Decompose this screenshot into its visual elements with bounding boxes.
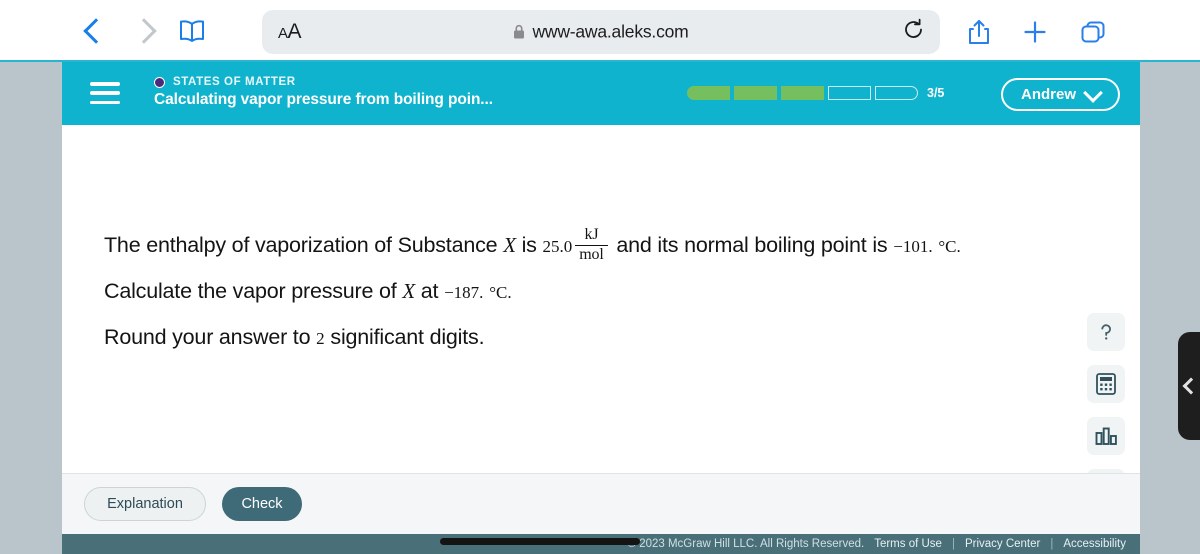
question-line1-part3: and its normal boiling	[616, 233, 816, 257]
question-line2-part2: Calculate the vapor pressure of	[104, 279, 397, 303]
book-icon	[180, 20, 204, 42]
browser-back-button[interactable]	[74, 11, 114, 51]
topic-status-dot-icon	[154, 76, 165, 88]
calculator-icon	[1096, 373, 1116, 395]
action-bar: Explanation Check	[62, 473, 1140, 534]
chevron-left-icon	[83, 18, 109, 44]
reload-button[interactable]	[901, 17, 926, 47]
question-line2-part3: at	[420, 279, 439, 303]
progress-count: 3/5	[927, 86, 945, 100]
progress-indicator: 3/5	[687, 86, 944, 100]
assignment-info: STATES OF MATTER Calculating vapor press…	[154, 76, 493, 109]
question-line2-part1: point is	[820, 233, 888, 257]
copyright-text: © 2023 McGraw Hill LLC. All Rights Reser…	[627, 538, 865, 550]
enthalpy-unit-fraction: kJ mol	[575, 226, 608, 264]
question-mark-icon	[1101, 324, 1111, 340]
url-text: www-awa.aleks.com	[532, 21, 689, 42]
substance-variable: X	[402, 279, 415, 303]
address-bar[interactable]: AA www-awa.aleks.com	[262, 10, 940, 54]
data-chart-button[interactable]	[1087, 417, 1125, 455]
app-header: STATES OF MATTER Calculating vapor press…	[62, 62, 1140, 125]
substance-variable: X	[503, 233, 516, 257]
browser-toolbar: AA www-awa.aleks.com	[0, 0, 1200, 62]
text-size-button[interactable]: AA	[278, 20, 302, 44]
progress-segments	[687, 86, 918, 100]
chevron-down-icon	[1083, 82, 1103, 103]
browser-forward-button[interactable]	[126, 11, 166, 51]
calculator-button[interactable]	[1087, 365, 1125, 403]
chevron-right-icon	[131, 18, 157, 44]
target-temperature-unit: °C.	[489, 283, 512, 302]
user-menu-button[interactable]: Andrew	[1000, 78, 1120, 111]
terms-of-use-link[interactable]: Terms of Use	[874, 538, 942, 550]
horizontal-scrollbar[interactable]	[440, 538, 640, 545]
question-line1-part1: The enthalpy of vaporization of Substanc…	[104, 233, 498, 257]
question-panel: The enthalpy of vaporization of Substanc…	[62, 125, 1140, 554]
text-size-small-a: A	[278, 25, 288, 42]
progress-segment	[875, 86, 918, 100]
boiling-point-value: −101.	[893, 237, 933, 256]
footer-separator: |	[951, 538, 955, 550]
plus-icon	[1024, 21, 1046, 43]
chevron-left-icon	[1182, 377, 1200, 395]
share-icon	[969, 20, 989, 44]
help-button[interactable]	[1087, 313, 1125, 351]
assignment-title: Calculating vapor pressure from boiling …	[154, 91, 493, 108]
hamburger-menu-icon[interactable]	[90, 82, 120, 104]
side-panel-handle[interactable]	[1178, 332, 1200, 440]
fraction-numerator: kJ	[584, 226, 599, 244]
boiling-point-unit: °C.	[938, 237, 961, 256]
target-temperature-value: −187.	[444, 283, 484, 302]
significant-digits-value: 2	[316, 329, 325, 348]
progress-segment	[687, 86, 730, 100]
explanation-button[interactable]: Explanation	[84, 487, 206, 521]
topic-label: STATES OF MATTER	[173, 76, 296, 88]
question-line3-part2: significant digits.	[330, 325, 485, 349]
aleks-page: STATES OF MATTER Calculating vapor press…	[62, 62, 1140, 554]
lock-icon	[514, 24, 525, 39]
share-button[interactable]	[958, 11, 1000, 53]
text-size-large-a: A	[287, 20, 302, 43]
show-tabs-button[interactable]	[1072, 11, 1114, 53]
fraction-denominator: mol	[575, 244, 608, 264]
bar-chart-icon	[1095, 427, 1117, 445]
tabs-icon	[1081, 21, 1105, 43]
new-tab-button[interactable]	[1014, 11, 1056, 53]
check-button[interactable]: Check	[222, 487, 302, 521]
enthalpy-value: 25.0	[542, 237, 573, 256]
bookmarks-button[interactable]	[172, 11, 212, 51]
footer-separator: |	[1050, 538, 1054, 550]
progress-segment	[828, 86, 871, 100]
privacy-center-link[interactable]: Privacy Center	[965, 538, 1040, 550]
question-text: The enthalpy of vaporization of Substanc…	[104, 223, 1044, 361]
progress-segment	[734, 86, 777, 100]
accessibility-link[interactable]: Accessibility	[1063, 538, 1126, 550]
progress-segment	[781, 86, 824, 100]
question-line3-part1: Round your answer to	[104, 325, 311, 349]
question-line1-part2: is	[521, 233, 537, 257]
user-name: Andrew	[1020, 86, 1076, 103]
reload-icon	[905, 18, 922, 38]
